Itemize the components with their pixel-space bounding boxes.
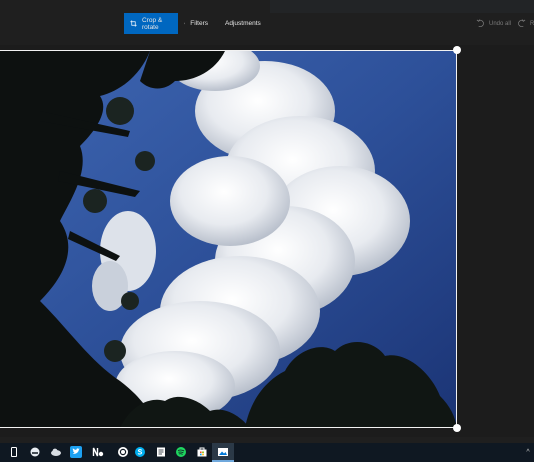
- crop-rotate-button[interactable]: Crop & rotate: [124, 13, 178, 34]
- undo-all-button[interactable]: Undo all: [476, 13, 511, 34]
- crop-handle-bottom-right[interactable]: [453, 424, 461, 432]
- spotify-icon[interactable]: [175, 446, 187, 458]
- editor-toolbar: Crop & rotate Filters Adjustments Undo a…: [0, 0, 534, 45]
- show-hidden-icons-chevron-icon[interactable]: ^: [522, 446, 534, 458]
- crop-frame[interactable]: [0, 50, 457, 428]
- filters-label: Filters: [190, 20, 208, 27]
- skype-icon[interactable]: [117, 446, 129, 458]
- photos-icon[interactable]: [217, 446, 229, 458]
- redo-icon: [518, 19, 526, 28]
- undo-icon: [476, 19, 484, 28]
- news-icon[interactable]: [92, 446, 104, 458]
- phone-icon[interactable]: [8, 446, 20, 458]
- filters-button[interactable]: Filters: [178, 13, 214, 34]
- title-bar-strip: [270, 0, 534, 13]
- redo-label: R: [530, 20, 534, 27]
- filters-icon: [184, 22, 186, 25]
- notes-icon[interactable]: [155, 446, 167, 458]
- adjustments-button[interactable]: Adjustments: [214, 13, 266, 34]
- adjustments-label: Adjustments: [225, 20, 261, 27]
- store-icon[interactable]: [196, 446, 208, 458]
- undo-all-label: Undo all: [489, 20, 512, 27]
- crop-handle-top-right[interactable]: [453, 46, 461, 54]
- crop-rotate-label: Crop & rotate: [141, 16, 163, 31]
- edge-legacy-icon[interactable]: [29, 446, 41, 458]
- redo-button[interactable]: R: [517, 13, 534, 34]
- skype-icon-2[interactable]: [134, 446, 146, 458]
- crop-icon: [130, 20, 137, 27]
- twitter-icon[interactable]: [70, 446, 82, 458]
- onedrive-icon[interactable]: [50, 446, 62, 458]
